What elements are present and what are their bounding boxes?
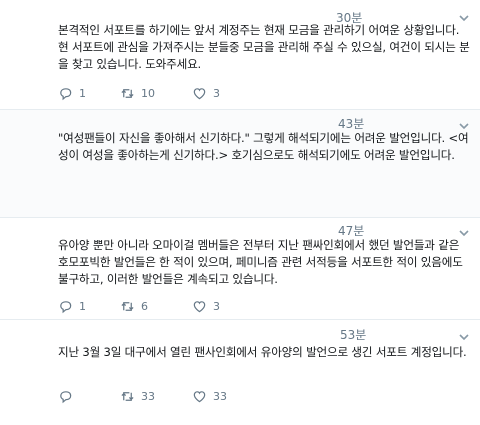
retweet-count: 33 <box>141 389 155 403</box>
retweet-button[interactable]: 33 <box>120 388 155 404</box>
reply-count: 1 <box>79 299 86 313</box>
retweet-count: 10 <box>141 86 155 100</box>
like-icon <box>193 390 206 402</box>
like-icon <box>193 300 206 312</box>
tweet-3[interactable]: 47분 유아양 뿐만 아니라 오마이걸 멤버들은 전부터 지난 팬싸인회에서 했… <box>0 218 480 320</box>
tweet-text: 지난 3월 3일 대구에서 열린 팬사인회에서 유아양의 발언으로 생긴 서포트… <box>58 345 467 359</box>
tweet-4[interactable]: 53분 지난 3월 3일 대구에서 열린 팬사인회에서 유아양의 발언으로 생긴… <box>0 320 480 425</box>
tweet-actions: 1 6 3 <box>58 298 378 314</box>
reply-count: 1 <box>79 86 86 100</box>
like-count: 33 <box>213 389 227 403</box>
tweet-2[interactable]: 43분 "여성팬들이 자신을 좋아해서 신기하다." 그렇게 해석되기에는 어려… <box>0 110 480 218</box>
retweet-icon <box>121 391 134 401</box>
tweet-text: "여성팬들이 자신을 좋아해서 신기하다." 그렇게 해석되기에는 어려운 발언… <box>58 131 469 162</box>
like-button[interactable]: 3 <box>192 298 220 314</box>
chevron-down-icon[interactable] <box>458 331 470 343</box>
tweet-text: 본격적인 서포트를 하기에는 앞서 계정주는 현재 모금을 관리하기 어여운 상… <box>58 23 470 71</box>
reply-icon <box>60 300 72 313</box>
like-button[interactable]: 3 <box>192 85 220 101</box>
retweet-button[interactable]: 6 <box>120 298 148 314</box>
reply-icon <box>60 87 72 100</box>
like-button[interactable]: 33 <box>192 388 227 404</box>
like-count: 3 <box>213 86 220 100</box>
tweet-actions: 33 33 <box>58 388 378 404</box>
retweet-icon <box>121 301 134 311</box>
like-icon <box>193 87 206 99</box>
tweet-actions: 1 10 3 <box>58 85 378 101</box>
reply-button[interactable] <box>58 388 79 404</box>
reply-button[interactable]: 1 <box>58 298 86 314</box>
retweet-icon <box>121 88 134 98</box>
retweet-button[interactable]: 10 <box>120 85 155 101</box>
reply-button[interactable]: 1 <box>58 85 86 101</box>
tweet-timestamp[interactable]: 53분 <box>340 326 366 343</box>
retweet-count: 6 <box>141 299 148 313</box>
reply-icon <box>60 390 72 403</box>
tweet-1[interactable]: 30분 본격적인 서포트를 하기에는 앞서 계정주는 현재 모금을 관리하기 어… <box>0 0 480 110</box>
like-count: 3 <box>213 299 220 313</box>
tweet-text: 유아양 뿐만 아니라 오마이걸 멤버들은 전부터 지난 팬싸인회에서 했던 발언… <box>58 238 467 286</box>
